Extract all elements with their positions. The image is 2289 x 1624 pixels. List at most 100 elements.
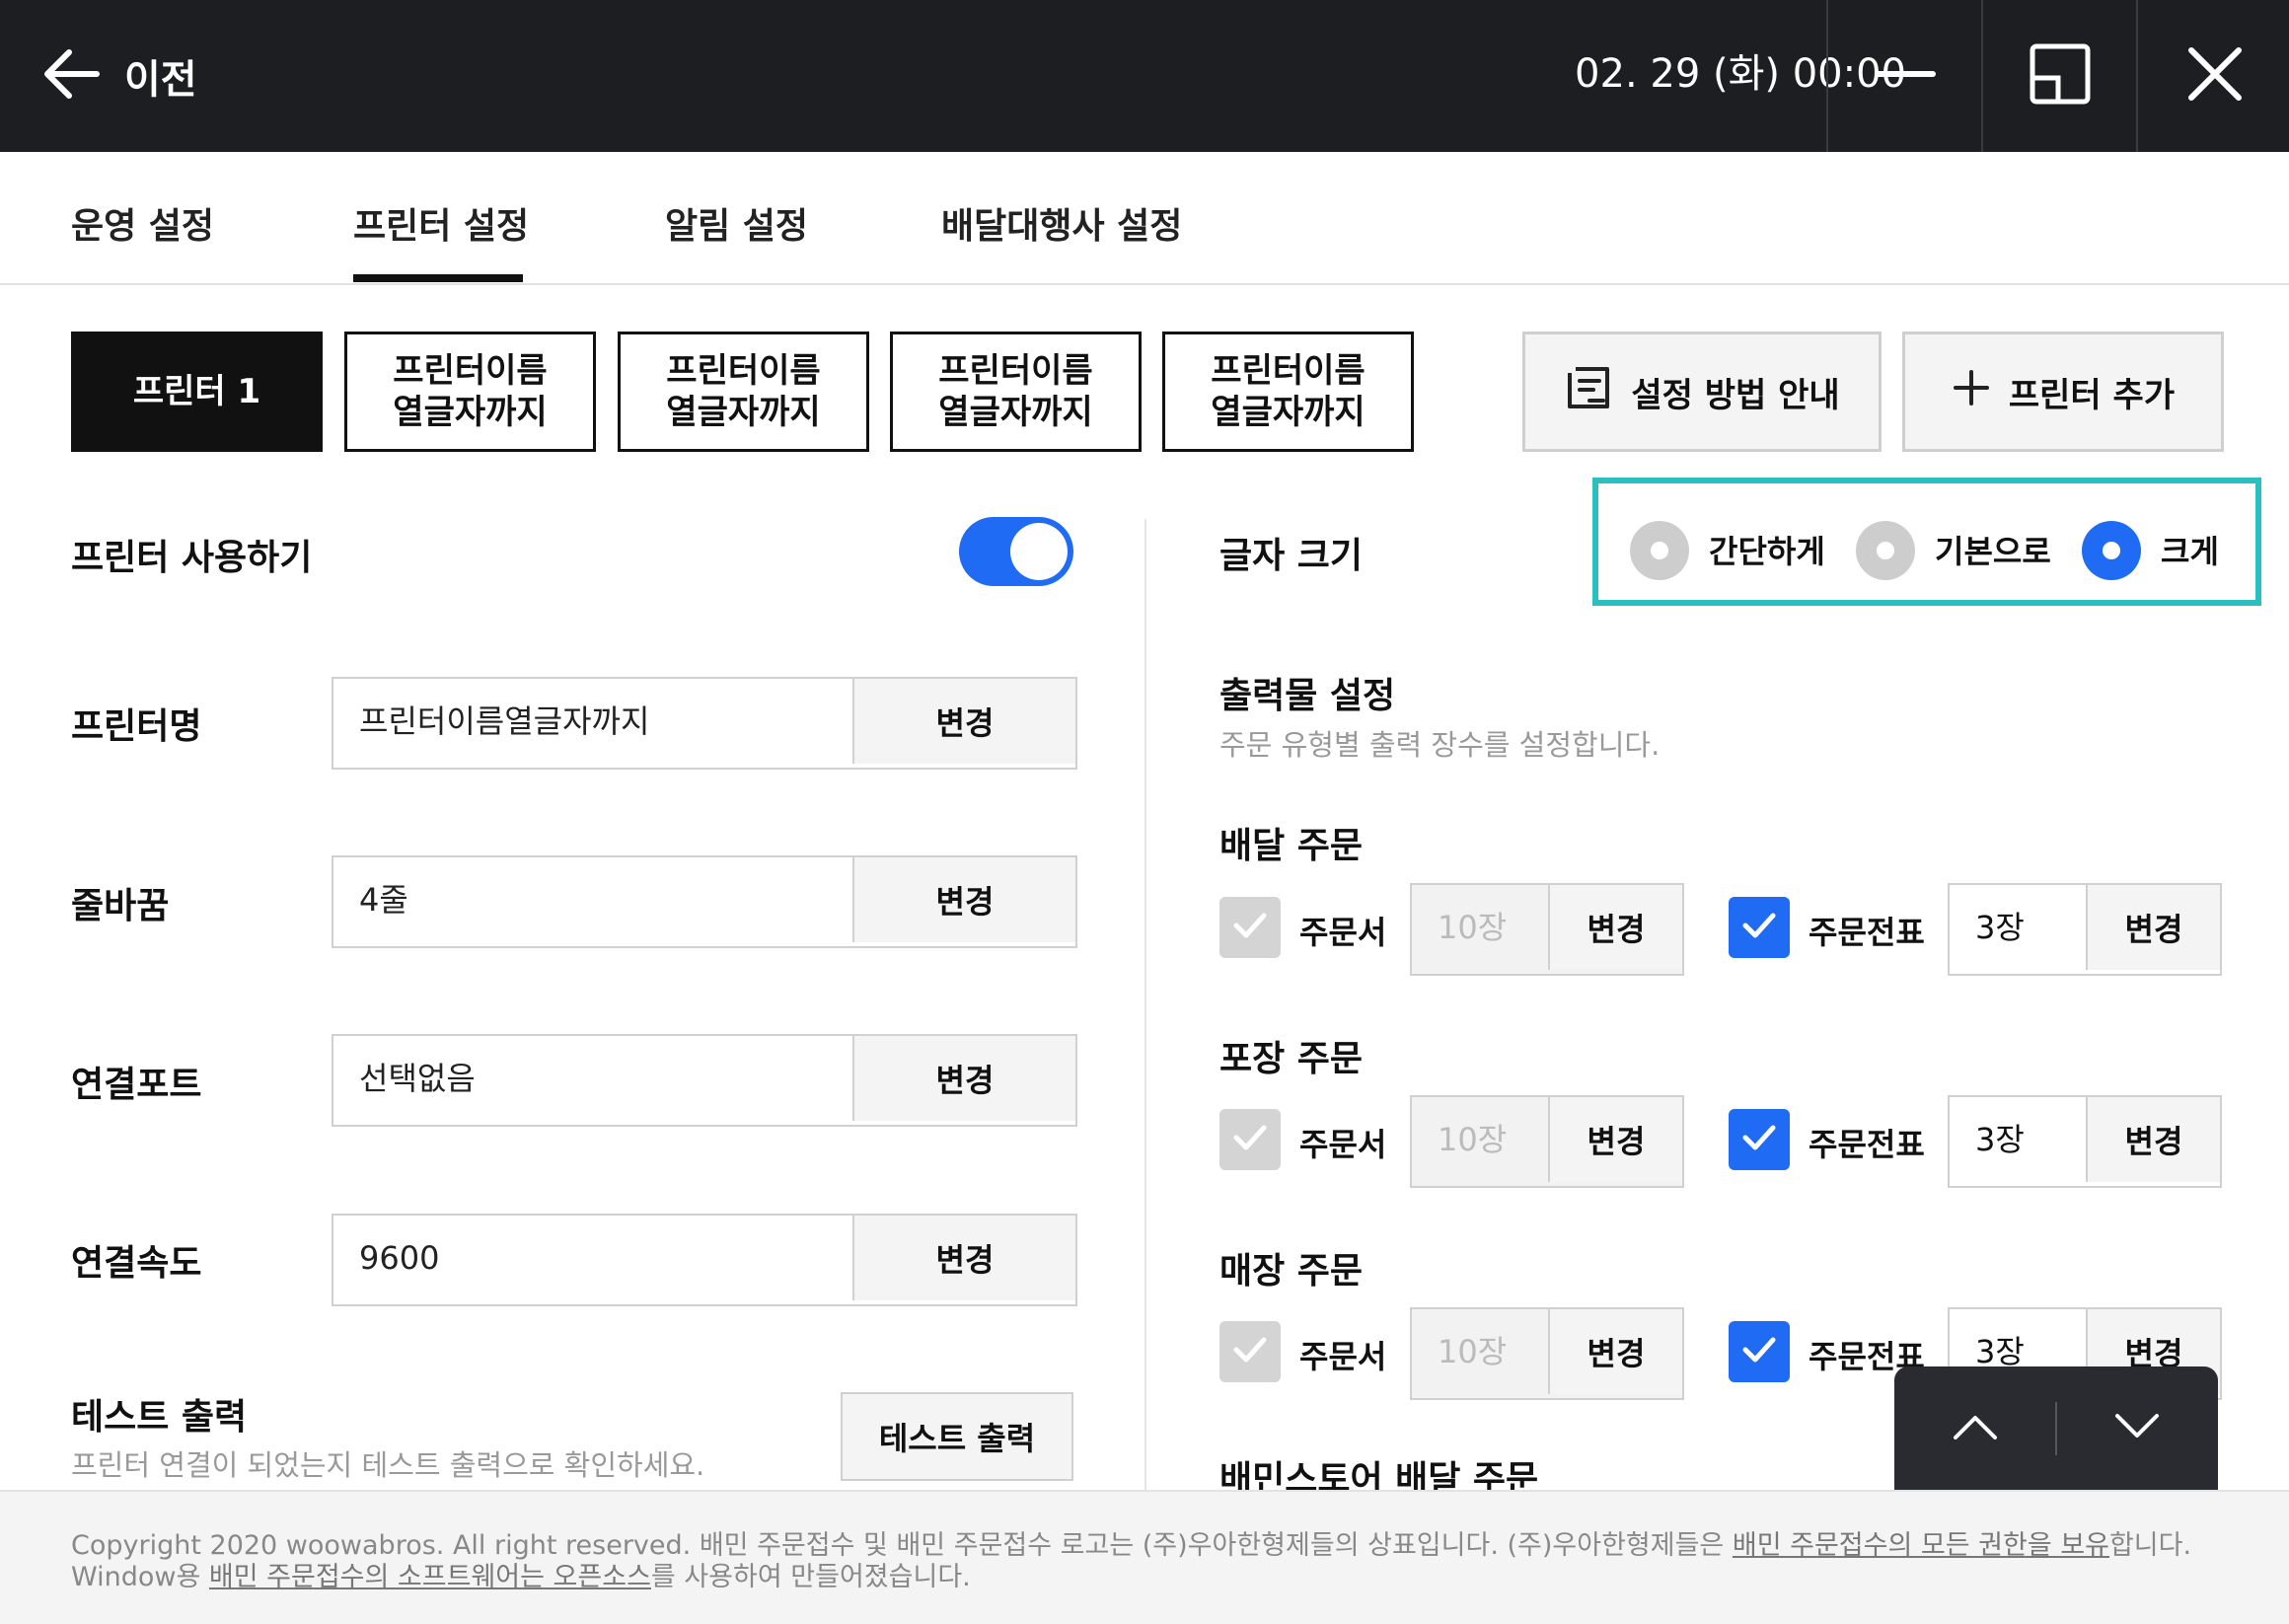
delivery-receipt-qty-field: 10장 변경 <box>1410 883 1684 976</box>
baud-rate-field: 9600 변경 <box>332 1214 1077 1306</box>
delivery-slip-change-button[interactable]: 변경 <box>2086 885 2220 970</box>
font-size-label-simple: 간단하게 <box>1709 533 1825 570</box>
change-baud-rate-button[interactable]: 변경 <box>852 1216 1075 1300</box>
takeout-receipt-qty: 10장 <box>1438 1121 1508 1158</box>
back-label: 이전 <box>124 57 197 103</box>
radio-dot <box>1877 542 1894 559</box>
setup-guide-label: 설정 방법 안내 <box>1631 375 1840 415</box>
port-value: 선택없음 <box>359 1060 476 1097</box>
delivery-receipt-label: 주문서 <box>1299 914 1387 951</box>
printer-chip-4[interactable]: 프린터이름 열글자까지 <box>890 332 1142 452</box>
checkmark-icon <box>1739 906 1779 949</box>
footer-text: 합니다. <box>2108 1530 2192 1561</box>
footer-text: Window용 <box>71 1562 209 1592</box>
guide-document-icon <box>1564 363 1613 421</box>
plus-icon <box>1952 368 1991 416</box>
dine-in-receipt-checkbox[interactable] <box>1219 1321 1281 1382</box>
font-size-label-large: 크게 <box>2161 533 2219 570</box>
delivery-receipt-qty: 10장 <box>1438 909 1508 946</box>
dine-in-receipt-qty-field: 10장 변경 <box>1410 1307 1684 1400</box>
delivery-receipt-checkbox[interactable] <box>1219 897 1281 958</box>
dine-in-slip-checkbox[interactable] <box>1729 1321 1790 1382</box>
use-printer-toggle[interactable] <box>959 517 1073 586</box>
delivery-slip-checkbox[interactable] <box>1729 897 1790 958</box>
back-button[interactable]: 이전 <box>39 39 197 112</box>
title-bar: 이전 02. 29 (화) 00:00 <box>0 0 2289 152</box>
printer-name-value: 프린터이름열글자까지 <box>359 702 650 740</box>
takeout-slip-qty: 3장 <box>1975 1121 2025 1158</box>
printer-name-field: 프린터이름열글자까지 변경 <box>332 677 1077 770</box>
dine-in-receipt-change-button[interactable]: 변경 <box>1548 1309 1682 1394</box>
tab-delivery-agency-settings[interactable]: 배달대행사 설정 <box>941 197 1182 249</box>
restore-window-icon <box>2029 42 2092 110</box>
footer-opensource-link[interactable]: 배민 주문접수의 소프트웨어는 오픈소스 <box>209 1562 651 1592</box>
add-printer-button[interactable]: 프린터 추가 <box>1902 332 2224 452</box>
footer: Copyright 2020 woowabros. All right rese… <box>0 1490 2289 1624</box>
checkmark-icon <box>1230 1330 1270 1373</box>
font-size-radio-large[interactable] <box>2082 521 2141 580</box>
toggle-knob <box>1010 523 1068 580</box>
change-line-feed-button[interactable]: 변경 <box>852 857 1075 942</box>
dine-in-order-title: 매장 주문 <box>1219 1251 1364 1292</box>
field-label-baud-rate: 연결속도 <box>71 1243 202 1284</box>
close-icon <box>2185 44 2245 108</box>
restore-button[interactable] <box>1983 0 2136 152</box>
scroll-down-button[interactable] <box>2056 1366 2218 1490</box>
chevron-up-icon <box>1952 1412 1999 1445</box>
printer-chip-1[interactable]: 프린터 1 <box>71 332 323 452</box>
field-label-line-feed: 줄바꿈 <box>71 886 170 926</box>
font-size-radio-simple[interactable] <box>1630 521 1689 580</box>
tabs-divider <box>0 283 2289 285</box>
takeout-receipt-checkbox[interactable] <box>1219 1109 1281 1170</box>
delivery-slip-label: 주문전표 <box>1809 914 1925 951</box>
setup-guide-button[interactable]: 설정 방법 안내 <box>1522 332 1882 452</box>
checkmark-icon <box>1230 906 1270 949</box>
field-label-printer-name: 프린터명 <box>71 706 202 747</box>
printer-chip-5[interactable]: 프린터이름 열글자까지 <box>1162 332 1414 452</box>
field-label-port: 연결포트 <box>71 1065 202 1105</box>
delivery-slip-qty: 3장 <box>1975 909 2025 946</box>
baud-rate-value: 9600 <box>359 1239 440 1277</box>
font-size-radio-default[interactable] <box>1856 521 1915 580</box>
close-button[interactable] <box>2138 0 2289 152</box>
takeout-slip-qty-field: 3장 변경 <box>1948 1095 2222 1188</box>
footer-rights-link[interactable]: 배민 주문접수의 모든 권한을 보유 <box>1733 1530 2109 1561</box>
add-printer-label: 프린터 추가 <box>2008 375 2176 415</box>
change-printer-name-button[interactable]: 변경 <box>852 679 1075 764</box>
tab-operation-settings[interactable]: 운영 설정 <box>71 197 214 249</box>
checkmark-icon <box>1739 1330 1779 1373</box>
tab-notification-settings[interactable]: 알림 설정 <box>665 197 808 249</box>
line-feed-field: 4줄 변경 <box>332 855 1077 948</box>
delivery-slip-qty-field: 3장 변경 <box>1948 883 2222 976</box>
footer-line-2: Window용 배민 주문접수의 소프트웨어는 오픈소스를 사용하여 만들어졌습… <box>71 1555 971 1593</box>
tab-printer-settings[interactable]: 프린터 설정 <box>353 197 529 249</box>
use-printer-label: 프린터 사용하기 <box>71 538 313 578</box>
takeout-receipt-change-button[interactable]: 변경 <box>1548 1097 1682 1182</box>
takeout-slip-change-button[interactable]: 변경 <box>2086 1097 2220 1182</box>
baemin-store-delivery-title: 배민스토어 배달 주문 <box>1219 1459 1539 1490</box>
test-print-button[interactable]: 테스트 출력 <box>841 1392 1073 1481</box>
test-print-title: 테스트 출력 <box>71 1397 248 1438</box>
footer-text: 를 사용하여 만들어졌습니다. <box>650 1562 971 1592</box>
minimize-icon <box>1874 42 1937 110</box>
minimize-button[interactable] <box>1828 0 1981 152</box>
checkmark-icon <box>1739 1118 1779 1161</box>
arrow-left-icon <box>39 42 103 110</box>
test-print-description: 프린터 연결이 되었는지 테스트 출력으로 확인하세요. <box>71 1448 705 1482</box>
checkmark-icon <box>1230 1118 1270 1161</box>
next-section-clip: 배민스토어 배달 주문 <box>1219 1450 1910 1490</box>
delivery-receipt-change-button[interactable]: 변경 <box>1548 885 1682 970</box>
scroll-up-button[interactable] <box>1894 1366 2056 1490</box>
takeout-receipt-label: 주문서 <box>1299 1126 1387 1163</box>
dine-in-receipt-label: 주문서 <box>1299 1338 1387 1375</box>
printer-chip-3[interactable]: 프린터이름 열글자까지 <box>618 332 869 452</box>
takeout-slip-label: 주문전표 <box>1809 1126 1925 1163</box>
change-port-button[interactable]: 변경 <box>852 1036 1075 1121</box>
takeout-slip-checkbox[interactable] <box>1729 1109 1790 1170</box>
dine-in-receipt-qty: 10장 <box>1438 1333 1508 1370</box>
radio-dot <box>2103 542 2120 559</box>
chevron-down-icon <box>2113 1412 2161 1445</box>
output-settings-title: 출력물 설정 <box>1219 676 1396 716</box>
scroll-control <box>1894 1366 2218 1490</box>
printer-chip-2[interactable]: 프린터이름 열글자까지 <box>344 332 596 452</box>
